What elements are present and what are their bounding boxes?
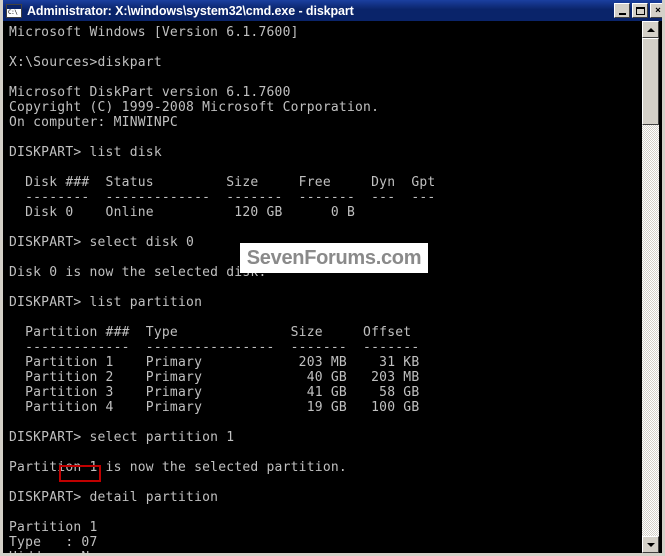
scrollbar-thumb[interactable] [642,38,659,125]
scroll-down-button[interactable] [642,536,659,553]
console-line: Disk ### Status Size Free Dyn Gpt [9,175,436,190]
console-text: Microsoft Windows [Version 6.1.7600] X:\… [9,25,645,553]
console-line: Microsoft DiskPart version 6.1.7600 [9,85,291,100]
maximize-icon [633,4,647,17]
close-icon: × [654,4,662,16]
console-line: DISKPART> list disk [9,145,162,160]
console-line: DISKPART> detail partition [9,490,219,505]
console-line: X:\Sources>diskpart [9,55,162,70]
console-line: Partition ### Type Size Offset [9,325,412,340]
console-line: Partition 4 Primary 19 GB 100 GB [9,400,420,415]
console-line: Type : 07 [9,535,98,550]
console-line: Partition 1 Primary 203 MB 31 KB [9,355,420,370]
console-line: Disk 0 Online 120 GB 0 B [9,205,356,220]
window-title: Administrator: X:\windows\system32\cmd.e… [27,3,354,18]
icon-prompt-text: C:\ [8,8,18,16]
close-button[interactable]: × [650,3,662,18]
minimize-icon [615,4,629,17]
console-line: Partition 3 Primary 41 GB 58 GB [9,385,420,400]
cmd-console-icon: C:\ [6,3,22,18]
console-line: Partition 1 is now the selected partitio… [9,460,347,475]
watermark-text: SevenForums.com [246,246,422,269]
console-line: Microsoft Windows [Version 6.1.7600] [9,25,299,40]
console-line: ------------- ---------------- ------- -… [9,340,420,355]
console-line: DISKPART> select partition 1 [9,430,235,445]
chevron-up-icon [646,27,655,32]
console-output-area[interactable]: Microsoft Windows [Version 6.1.7600] X:\… [6,21,647,553]
console-line: Copyright (C) 1999-2008 Microsoft Corpor… [9,100,380,115]
maximize-button[interactable] [632,3,648,18]
console-line: Partition 2 Primary 40 GB 203 MB [9,370,420,385]
console-line: Hidden : No [9,550,645,553]
minimize-button[interactable] [614,3,630,18]
console-line: -------- ------------- ------- ------- -… [9,190,436,205]
console-line: On computer: MINWINPC [9,115,178,130]
watermark-overlay: SevenForums.com [240,243,428,273]
console-line: DISKPART> list partition [9,295,203,310]
chevron-down-icon [646,542,655,547]
scroll-up-button[interactable] [642,21,659,38]
console-line: Partition 1 [9,520,98,535]
cmd-window: C:\ Administrator: X:\windows\system32\c… [0,0,665,556]
console-scrollbar[interactable] [642,21,659,553]
title-bar[interactable]: C:\ Administrator: X:\windows\system32\c… [3,0,662,21]
